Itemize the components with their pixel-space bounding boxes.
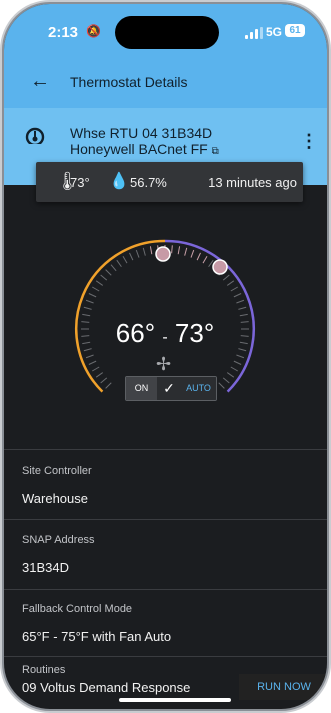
dial-tick [122, 256, 128, 264]
external-link-icon[interactable]: ⧉ [212, 146, 219, 157]
bell-muted-icon: 🔕 [86, 24, 101, 38]
run-now-button[interactable]: RUN NOW [239, 674, 327, 700]
snap-address-value: 31B34D [22, 560, 69, 575]
dial-tick [190, 249, 195, 258]
dial-tick [110, 264, 117, 272]
dial-tick [88, 360, 97, 365]
dial-tick [184, 247, 188, 256]
dial-tick [142, 247, 146, 256]
thermostat-icon [25, 127, 45, 147]
dial-tick [82, 341, 91, 345]
dial-tick [239, 313, 248, 317]
dial-tick [88, 293, 97, 298]
dial-tick [82, 313, 91, 317]
dial-tick [105, 269, 112, 276]
dial-tick [85, 354, 94, 359]
degree-symbol: ° [203, 318, 215, 348]
current-readings: 🌡 73° 💧 56.7% 13 minutes ago [36, 162, 303, 202]
app-bar: ← Thermostat Details [4, 56, 327, 108]
site-controller-label: Site Controller [22, 465, 92, 477]
dial-tick [226, 372, 235, 378]
dial-tick [135, 249, 140, 258]
fallback-mode-label: Fallback Control Mode [22, 603, 133, 615]
dial-tick [171, 245, 173, 254]
dial-tick [83, 348, 92, 352]
cool-setpoint-handle[interactable] [212, 259, 228, 275]
dial-tick [83, 306, 92, 310]
snap-address-label: SNAP Address [22, 534, 95, 546]
routines-label: Routines [22, 664, 66, 676]
divider [4, 589, 327, 590]
dial-tick [230, 286, 238, 292]
arrow-left-icon[interactable]: ← [30, 70, 50, 93]
cool-arc [164, 239, 256, 393]
dial-tick [100, 274, 108, 281]
home-indicator [119, 698, 231, 702]
dial-tick [81, 335, 90, 337]
signal-icon [245, 27, 263, 39]
dial-tick [105, 382, 112, 389]
heat-setpoint-handle[interactable] [155, 246, 171, 262]
current-temperature: 73° [70, 175, 90, 190]
dial-tick [236, 354, 245, 359]
dial-tick [196, 252, 201, 261]
last-updated: 13 minutes ago [208, 175, 297, 190]
device-name[interactable]: Whse RTU 04 31B34D Honeywell BACnet FF ⧉ [70, 125, 275, 160]
dial-tick [177, 246, 181, 255]
heat-setpoint: 66 [115, 318, 145, 348]
divider [4, 519, 327, 520]
fan-icon: ✢ [156, 354, 172, 374]
dial-tick [85, 299, 94, 304]
fan-mode-on[interactable]: ON [126, 377, 157, 400]
degree-symbol: ° [144, 318, 156, 348]
dial-tick [226, 280, 235, 286]
page-title: Thermostat Details [70, 74, 188, 90]
dial-tick [238, 306, 247, 310]
fallback-mode-value: 65°F - 75°F with Fan Auto [22, 629, 172, 644]
more-vert-icon[interactable]: ⋮ [300, 131, 318, 152]
dial-tick [240, 321, 249, 323]
battery-icon: 61 [285, 24, 305, 37]
dial-tick [149, 246, 153, 255]
dial-tick [95, 280, 104, 286]
heat-arc [74, 239, 166, 393]
dial-tick [238, 348, 247, 352]
check-icon: ✓ [157, 377, 181, 400]
network-type: 5G [266, 25, 283, 39]
divider [4, 656, 327, 657]
dial-tick [95, 372, 104, 378]
dial-tick [81, 321, 90, 323]
fan-mode-toggle[interactable]: ON ✓ AUTO [125, 376, 217, 401]
dial-tick [233, 360, 242, 365]
fan-mode-auto[interactable]: AUTO [181, 377, 216, 400]
site-controller-value[interactable]: Warehouse [22, 491, 88, 506]
dial-tick [236, 299, 245, 304]
dial-tick [233, 293, 242, 298]
dial-tick [92, 286, 100, 292]
dial-tick [218, 382, 225, 389]
cool-setpoint: 73 [174, 318, 204, 348]
humidity-icon: 💧 [109, 173, 129, 190]
device-name-text: Whse RTU 04 31B34D Honeywell BACnet FF [70, 125, 213, 157]
dial-tick [129, 252, 134, 261]
dial-tick [240, 335, 249, 337]
dynamic-island [115, 16, 219, 49]
setpoint-range: 66° - 73° [92, 318, 238, 349]
phone-frame: 2:13 🔕 5G 61 ← Thermostat Details Whse R… [4, 4, 327, 709]
divider [4, 449, 327, 450]
dial-tick [202, 256, 208, 264]
dial-tick [222, 377, 230, 384]
dial-tick [92, 366, 100, 372]
routine-item: 09 Voltus Demand Response RUN NOW [4, 674, 327, 709]
dial-tick [222, 274, 230, 281]
dial-tick [230, 366, 238, 372]
setpoint-separator: - [162, 329, 168, 346]
current-humidity: 56.7% [130, 175, 167, 190]
status-bar: 2:13 🔕 5G 61 [4, 4, 327, 56]
dial-tick [100, 377, 108, 384]
dial-tick [116, 259, 122, 268]
routine-name: 09 Voltus Demand Response [22, 680, 191, 695]
dial-tick [239, 341, 248, 345]
status-time: 2:13 [48, 24, 79, 41]
